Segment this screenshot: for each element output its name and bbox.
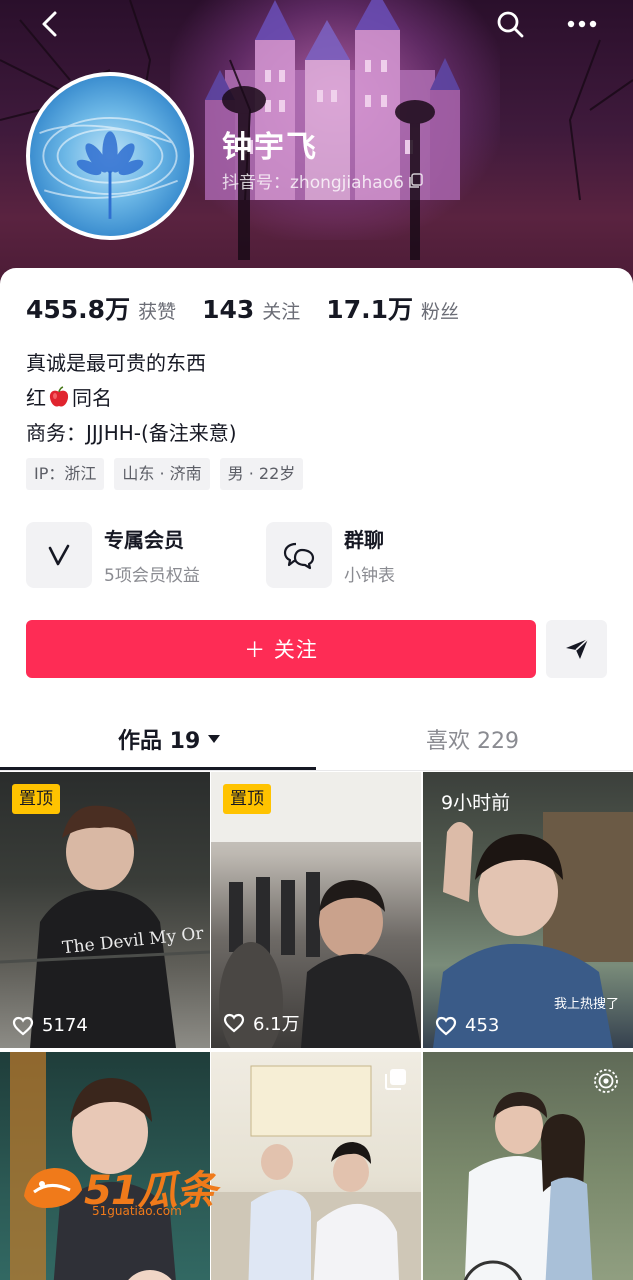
lotus-painting-image bbox=[39, 116, 178, 219]
video-likes: 6.1万 bbox=[223, 1010, 300, 1036]
feature-subtitle: 5项会员权益 bbox=[104, 566, 200, 586]
share-send-icon bbox=[565, 638, 589, 659]
stat-likes-received[interactable]: 455.8万 获赞 bbox=[26, 290, 176, 326]
video-caption: 我上热搜了 bbox=[553, 997, 619, 1012]
group-chat-entry[interactable]: 群聊 小钟表 bbox=[266, 522, 395, 588]
watermark-url: 51guatiao.com bbox=[92, 1204, 182, 1218]
vip-v-icon bbox=[26, 522, 92, 588]
stat-following[interactable]: 143 关注 bbox=[202, 295, 300, 324]
video-time-badge: 9小时前 bbox=[441, 792, 511, 814]
profile-tags: IP：浙江 山东 · 济南 男 · 22岁 bbox=[26, 458, 304, 490]
video-thumbnail[interactable]: The Devil My Or 置顶 5174 bbox=[0, 772, 210, 1048]
profile-bio: 真诚是最可贵的东西 红 同名 商务：JJJHH-(备注来意) bbox=[26, 346, 237, 451]
back-button[interactable] bbox=[30, 6, 70, 42]
stat-value: 143 bbox=[202, 295, 255, 324]
tab-likes[interactable]: 喜欢 229 bbox=[426, 723, 519, 755]
back-arrow-icon bbox=[42, 11, 57, 37]
stat-label: 粉丝 bbox=[420, 301, 459, 323]
tabs-divider bbox=[0, 770, 633, 771]
multi-image-icon bbox=[385, 1069, 406, 1090]
like-count: 453 bbox=[465, 1015, 500, 1036]
stat-label: 获赞 bbox=[138, 301, 177, 323]
more-icon bbox=[567, 20, 597, 28]
tab-label: 喜欢 229 bbox=[426, 729, 519, 754]
group-chat-icon bbox=[266, 522, 332, 588]
more-button[interactable] bbox=[562, 6, 602, 42]
watermark-logo-icon bbox=[24, 1168, 82, 1208]
exclusive-membership-entry[interactable]: 专属会员 5项会员权益 bbox=[26, 522, 200, 588]
video-likes: 453 bbox=[435, 1015, 499, 1036]
bio-text: 红 bbox=[26, 386, 46, 410]
video-likes: 5174 bbox=[12, 1015, 88, 1036]
share-button[interactable] bbox=[546, 620, 607, 678]
profile-nickname: 钟宇飞 bbox=[222, 130, 318, 165]
profile-banner: 钟宇飞 抖音号：zhongjiahao6 bbox=[0, 0, 633, 290]
video-thumbnail[interactable] bbox=[423, 1052, 633, 1280]
video-thumbnail[interactable]: 置顶 6.1万 bbox=[211, 772, 421, 1048]
tab-label: 作品 19 bbox=[118, 729, 201, 754]
pinned-badge: 置顶 bbox=[223, 784, 271, 814]
profile-tabs: 作品 19 喜欢 229 bbox=[0, 705, 633, 771]
avatar[interactable] bbox=[26, 72, 194, 240]
ip-location-tag: IP：浙江 bbox=[26, 458, 105, 490]
douyin-id[interactable]: 抖音号：zhongjiahao6 bbox=[222, 168, 424, 193]
live-photo-icon bbox=[594, 1069, 618, 1093]
like-count: 5174 bbox=[42, 1015, 88, 1036]
douyin-id-text: 抖音号：zhongjiahao6 bbox=[222, 173, 404, 193]
stat-value: 455.8万 bbox=[26, 295, 131, 324]
stat-value: 17.1万 bbox=[326, 295, 413, 324]
bio-text: 同名 bbox=[72, 386, 112, 410]
feature-title: 群聊 bbox=[344, 528, 384, 552]
stat-followers[interactable]: 17.1万 粉丝 bbox=[326, 290, 459, 326]
gender-age-tag: 男 · 22岁 bbox=[219, 458, 304, 490]
like-count: 6.1万 bbox=[253, 1014, 300, 1035]
heart-outline-icon bbox=[435, 1016, 457, 1035]
copy-icon[interactable] bbox=[408, 172, 424, 189]
video-thumbnail[interactable]: 9小时前 我上热搜了 453 bbox=[423, 772, 633, 1048]
follow-button[interactable]: ＋ 关注 bbox=[26, 620, 536, 678]
video-thumbnail[interactable] bbox=[211, 1052, 421, 1280]
site-watermark: 51瓜条 51guatiao.com bbox=[20, 1158, 217, 1218]
bio-line: 商务：JJJHH-(备注来意) bbox=[26, 421, 237, 445]
caret-down-icon[interactable] bbox=[206, 733, 222, 745]
tab-works[interactable]: 作品 19 bbox=[118, 723, 222, 755]
region-tag: 山东 · 济南 bbox=[114, 458, 210, 490]
feature-title: 专属会员 bbox=[104, 528, 184, 552]
red-apple-icon bbox=[49, 386, 69, 407]
bio-line: 真诚是最可贵的东西 bbox=[26, 351, 206, 375]
heart-outline-icon bbox=[12, 1016, 34, 1035]
search-icon bbox=[497, 11, 524, 38]
bio-line: 红 同名 bbox=[26, 381, 237, 416]
pinned-badge: 置顶 bbox=[12, 784, 60, 814]
search-button[interactable] bbox=[490, 6, 530, 42]
feature-subtitle: 小钟表 bbox=[344, 566, 395, 586]
stat-label: 关注 bbox=[262, 301, 301, 323]
heart-outline-icon bbox=[223, 1013, 245, 1033]
profile-stats: 455.8万 获赞 143 关注 17.1万 粉丝 bbox=[26, 290, 485, 326]
